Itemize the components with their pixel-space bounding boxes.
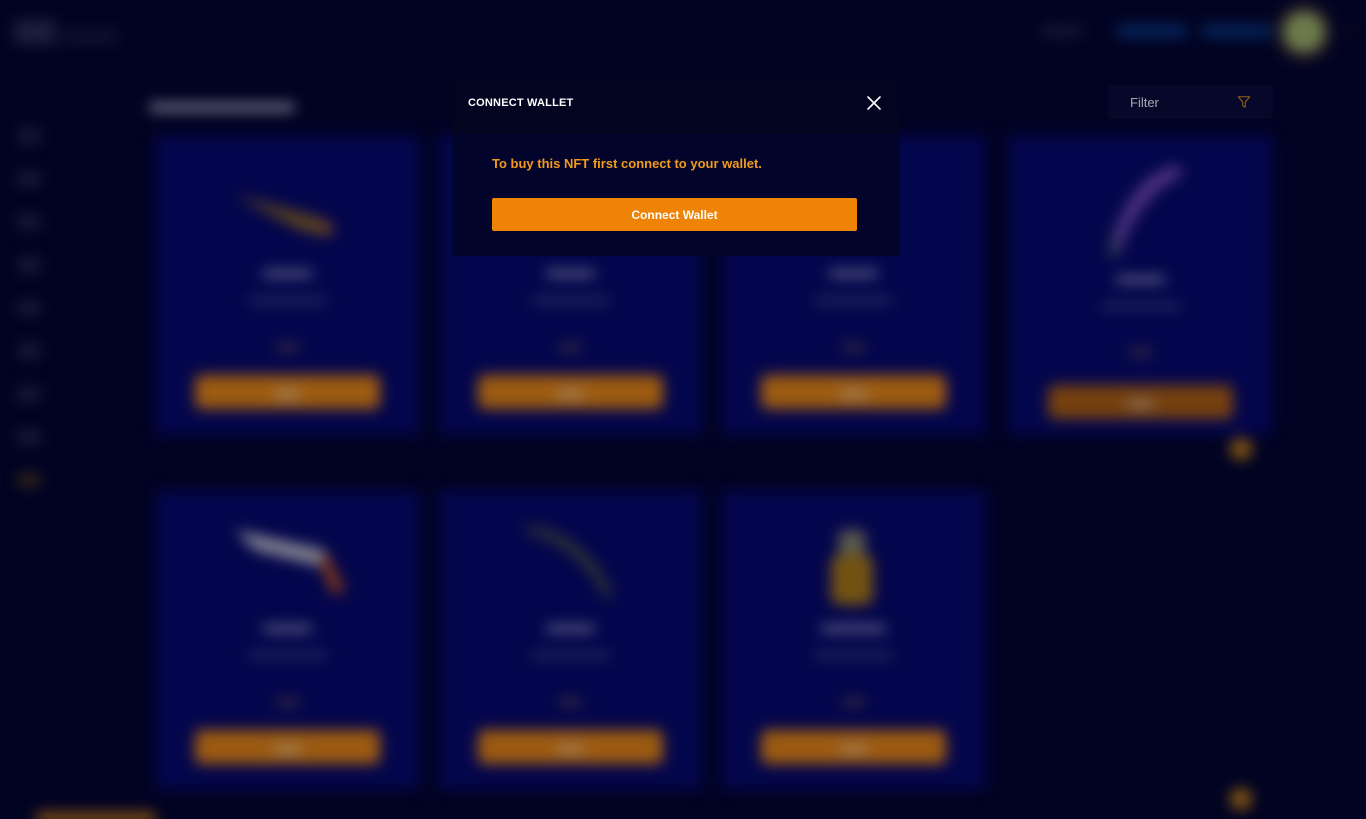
modal-message: To buy this NFT first connect to your wa…: [492, 156, 762, 171]
connect-wallet-button[interactable]: Connect Wallet: [492, 198, 857, 231]
connect-wallet-modal: CONNECT WALLET To buy this NFT first con…: [452, 80, 900, 256]
close-icon: [867, 96, 881, 110]
modal-header: CONNECT WALLET: [452, 80, 900, 134]
modal-title: CONNECT WALLET: [468, 97, 574, 109]
close-button[interactable]: [865, 94, 883, 112]
marketplace-page: › ▬▬▬▬▬▬ ▬▬▬ ▬▬▬▬▬▬▬ ▬▬ ▬▬ ▬▬▬ ▬▬▬▬▬▬▬ ▬…: [0, 0, 1366, 819]
